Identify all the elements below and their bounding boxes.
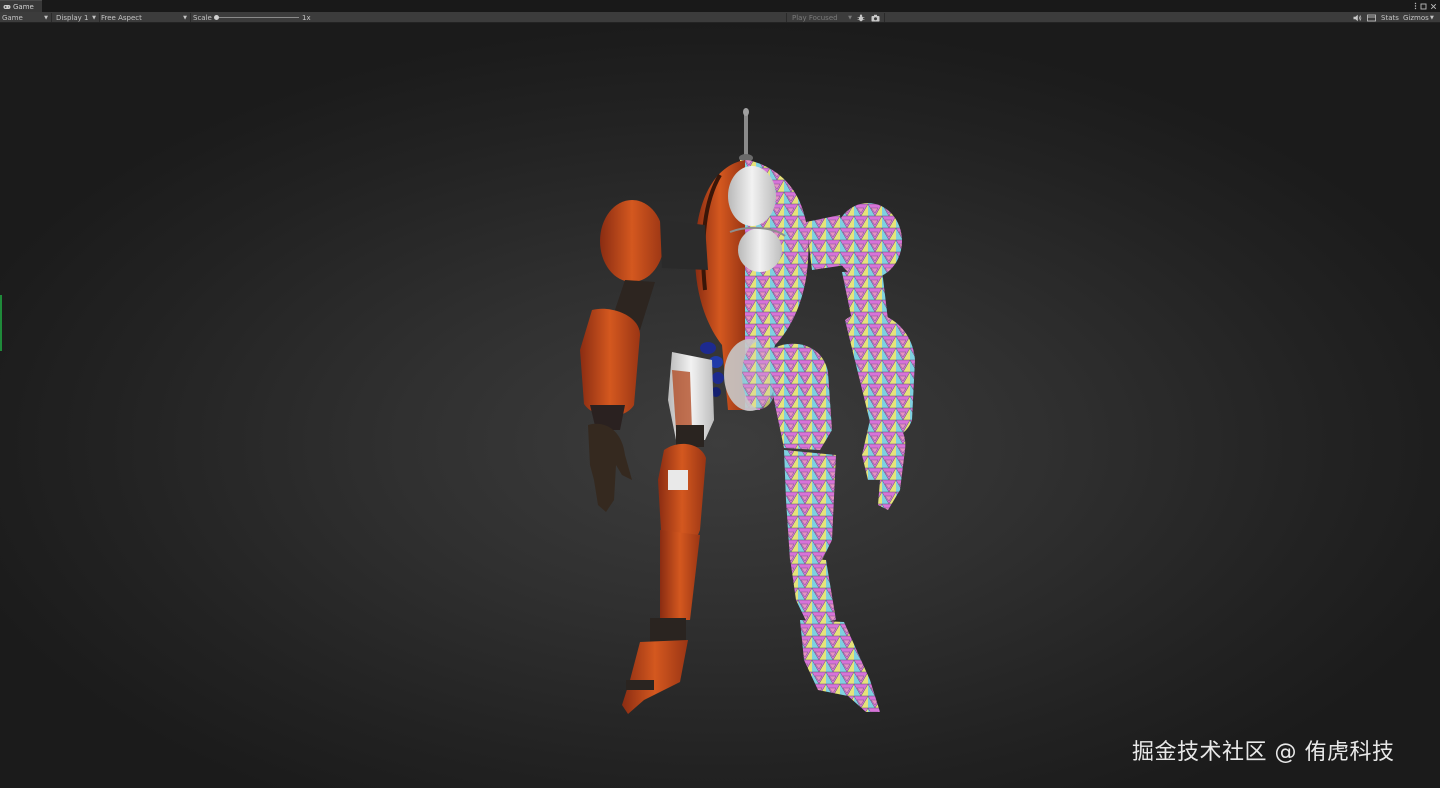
scale-slider-track[interactable] (215, 17, 299, 18)
chest-plate-upper (728, 166, 776, 226)
game-viewport[interactable]: 掘金技术社区 @ 侑虎科技 (0, 23, 1440, 788)
toolbar-divider (786, 13, 787, 22)
chevron-down-icon: ▼ (183, 14, 187, 21)
gizmos-button[interactable]: Gizmos (1403, 12, 1429, 23)
camera-icon[interactable] (871, 12, 880, 23)
play-mode-label: Play Focused (792, 13, 838, 22)
bug-icon[interactable] (857, 12, 865, 23)
left-hand (588, 423, 632, 512)
view-mode-label: Game (2, 13, 23, 22)
speaker-icon[interactable] (1353, 12, 1362, 23)
toolbar-divider (51, 13, 52, 22)
toolbar-divider (190, 13, 191, 22)
robot-antenna (739, 108, 753, 162)
chevron-down-icon: ▼ (44, 14, 48, 21)
left-shoulder (600, 200, 664, 282)
aspect-dropdown[interactable]: Free Aspect ▼ (99, 12, 189, 23)
robot-model (580, 108, 915, 714)
scale-value: 1x (302, 13, 311, 22)
chest-plate-lower (738, 228, 782, 272)
tab-label: Game (13, 2, 34, 11)
gamepad-icon (3, 4, 11, 10)
game-view-toolbar: Game ▼ Display 1 ▼ Free Aspect ▼ Scale 1… (0, 12, 1440, 23)
play-mode-dropdown[interactable]: Play Focused ▼ (790, 12, 854, 23)
more-menu-icon[interactable] (1414, 2, 1417, 10)
window-controls (1414, 1, 1437, 11)
layout-icon[interactable] (1367, 12, 1376, 23)
left-forearm (580, 308, 640, 417)
scale-slider-handle[interactable] (214, 15, 219, 20)
right-shoulder (834, 203, 902, 279)
chevron-down-icon: ▼ (92, 14, 96, 21)
window-tab-strip: Game (0, 0, 1440, 12)
unity-game-view: Game Game ▼ Display 1 ▼ Free Aspect ▼ Sc… (0, 0, 1440, 788)
chevron-down-icon: ▼ (848, 14, 852, 21)
left-foot (622, 640, 688, 714)
aspect-label: Free Aspect (101, 13, 142, 22)
view-mode-dropdown[interactable]: Game ▼ (0, 12, 50, 23)
right-thigh (770, 343, 832, 450)
display-label: Display 1 (56, 13, 89, 22)
toolbar-divider (884, 13, 885, 22)
maximize-icon[interactable] (1420, 3, 1427, 10)
right-foot (800, 620, 880, 712)
watermark-text: 掘金技术社区 @ 侑虎科技 (1132, 740, 1395, 765)
right-shin (784, 450, 836, 560)
close-icon[interactable] (1430, 3, 1437, 10)
chevron-down-icon[interactable]: ▼ (1430, 12, 1434, 23)
right-hand (862, 418, 906, 510)
game-tab[interactable]: Game (0, 0, 42, 12)
stats-button[interactable]: Stats (1381, 12, 1399, 23)
scale-label: Scale (193, 13, 212, 22)
display-dropdown[interactable]: Display 1 ▼ (54, 12, 98, 23)
